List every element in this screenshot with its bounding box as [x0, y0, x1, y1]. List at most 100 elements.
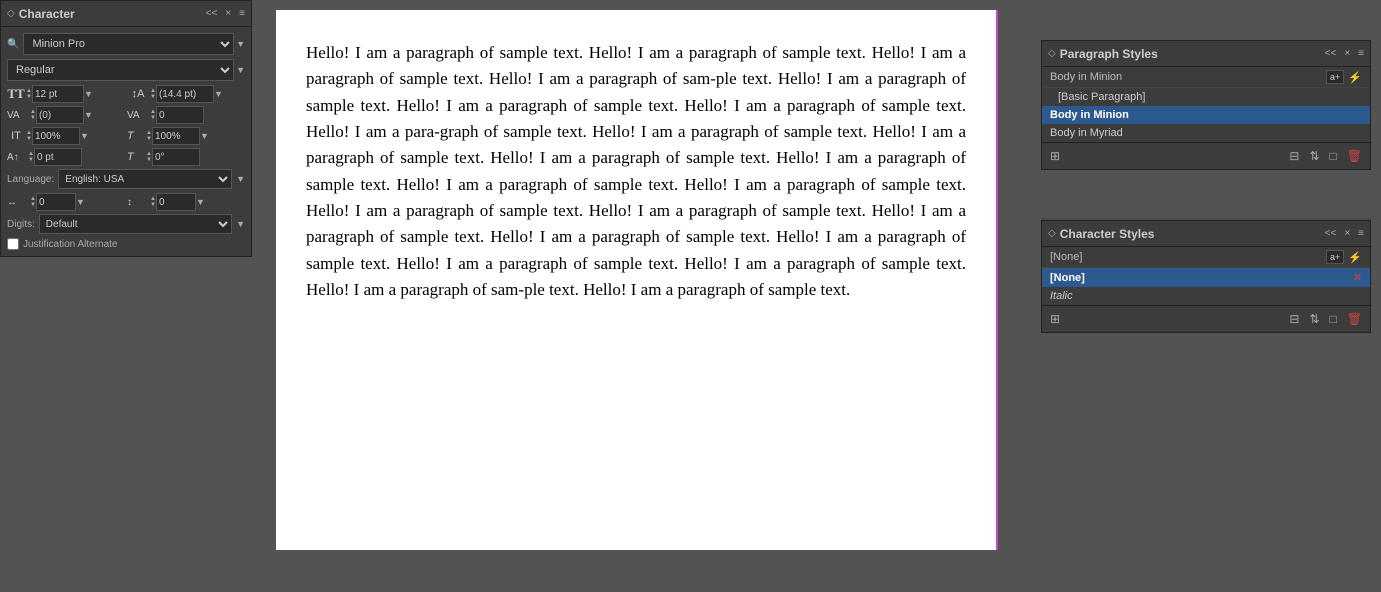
para-styles-load-btn[interactable]: ⊞ [1048, 147, 1062, 165]
character-styles-title: Character Styles [1060, 227, 1155, 241]
justification-checkbox[interactable] [7, 238, 19, 250]
para-style-item-body-myriad[interactable]: Body in Myriad [1042, 124, 1370, 142]
character-styles-footer: ⊞ ⊟ ⇅ □ 🗑 [1042, 305, 1370, 332]
glyph-spacing2-group: ↕ ▲ ▼ ▼ [127, 193, 245, 211]
tracking-icon: VA [127, 110, 149, 121]
char-styles-load-btn[interactable]: ⊞ [1048, 310, 1062, 328]
skew-input[interactable] [152, 148, 200, 166]
right-panels: ◇ Paragraph Styles << × ≡ Body in Minion… [1020, 0, 1381, 592]
char-style-item-none[interactable]: [None] ✕ [1042, 268, 1370, 287]
char-styles-delete-btn[interactable]: 🗑 [1345, 310, 1364, 328]
font-name-row: 🔍 Minion Pro ▼ [7, 33, 245, 55]
vert-scale-group: IT ▲ ▼ ▼ [7, 127, 125, 145]
body-text[interactable]: Hello! I am a paragraph of sample text. … [306, 40, 966, 303]
horiz-scale-spin: ▲ ▼ ▼ [146, 127, 209, 145]
digits-select[interactable]: Default [39, 214, 232, 234]
para-styles-new-badge[interactable]: a+ [1326, 70, 1344, 84]
document-page[interactable]: Hello! I am a paragraph of sample text. … [276, 10, 996, 550]
horiz-scale-input[interactable] [152, 127, 200, 145]
para-styles-menu[interactable]: ≡ [1358, 48, 1364, 59]
character-panel-collapse[interactable]: << [206, 8, 218, 19]
language-row: Language: English: USA ▼ [7, 169, 245, 189]
glyph-spacing1-group: ↔ ▲ ▼ ▼ [7, 193, 125, 211]
char-styles-lightning[interactable]: ⚡ [1348, 251, 1362, 264]
paragraph-styles-list: [Basic Paragraph] Body in Minion Body in… [1042, 88, 1370, 142]
para-styles-delete-btn[interactable]: 🗑 [1345, 147, 1364, 165]
tracking-spin: ▲ ▼ [150, 106, 204, 124]
para-style-item-basic[interactable]: [Basic Paragraph] [1042, 88, 1370, 106]
skew-icon: T [127, 151, 145, 163]
vert-scale-input[interactable] [32, 127, 80, 145]
page-border-right [996, 10, 998, 550]
para-styles-sync-btn[interactable]: ⇅ [1307, 147, 1321, 165]
para-style-item-body-minion[interactable]: Body in Minion [1042, 106, 1370, 124]
digits-dropdown[interactable]: ▼ [236, 219, 245, 229]
glyph2-dropdown[interactable]: ▼ [196, 197, 205, 207]
para-styles-collapse[interactable]: << [1325, 48, 1337, 59]
horiz-scale-dropdown[interactable]: ▼ [200, 131, 209, 141]
character-panel-controls: << × ≡ [206, 8, 245, 19]
baseline-input[interactable] [34, 148, 82, 166]
kern-track-row: VA ▲ ▼ ▼ VA ▲ ▼ [7, 106, 245, 124]
kerning-group: VA ▲ ▼ ▼ [7, 106, 125, 124]
character-panel-body: 🔍 Minion Pro ▼ Regular ▼ TT ▲ ▼ [1, 27, 251, 256]
character-panel-close[interactable]: × [225, 8, 231, 19]
vert-scale-spin: ▲ ▼ ▼ [26, 127, 89, 145]
language-dropdown[interactable]: ▼ [236, 174, 245, 184]
kerning-input[interactable] [36, 106, 84, 124]
char-styles-new-badge[interactable]: a+ [1326, 250, 1344, 264]
character-panel: ◇ Character << × ≡ 🔍 Minion Pro ▼ Regula… [0, 0, 252, 257]
para-styles-header-badges: a+ ⚡ [1326, 70, 1362, 84]
char-style-none-delete[interactable]: ✕ [1353, 271, 1362, 284]
font-style-select[interactable]: Regular [7, 59, 234, 81]
baseline-group: A↑ ▲ ▼ [7, 148, 125, 166]
leading-input[interactable] [156, 85, 214, 103]
glyph1-spin: ▲ ▼ ▼ [30, 193, 85, 211]
leading-icon: ↕A [127, 88, 149, 100]
para-styles-none-label: Body in Minion [1050, 71, 1122, 83]
character-panel-menu[interactable]: ≡ [239, 8, 245, 19]
char-styles-load2-btn[interactable]: ⊟ [1287, 310, 1301, 328]
character-panel-title: Character [19, 7, 75, 21]
glyph1-input[interactable] [36, 193, 76, 211]
char-styles-collapse[interactable]: << [1325, 228, 1337, 239]
char-styles-none-header: [None] a+ ⚡ [1042, 247, 1370, 268]
char-styles-sync-btn[interactable]: ⇅ [1307, 310, 1321, 328]
font-style-dropdown-arrow[interactable]: ▼ [236, 65, 245, 75]
para-styles-close[interactable]: × [1344, 48, 1350, 59]
horiz-scale-icon: T [127, 130, 145, 142]
font-size-dropdown[interactable]: ▼ [84, 89, 93, 99]
char-styles-footer-left: ⊞ [1048, 310, 1062, 328]
para-styles-new-btn[interactable]: □ [1328, 147, 1339, 165]
font-name-dropdown-arrow[interactable]: ▼ [236, 39, 245, 49]
para-styles-load2-btn[interactable]: ⊟ [1287, 147, 1301, 165]
paragraph-styles-footer: ⊞ ⊟ ⇅ □ 🗑 [1042, 142, 1370, 169]
char-styles-close[interactable]: × [1344, 228, 1350, 239]
font-size-input[interactable] [32, 85, 84, 103]
glyph2-icon: ↕ [127, 197, 149, 208]
canvas-area: Hello! I am a paragraph of sample text. … [252, 0, 1020, 592]
leading-dropdown[interactable]: ▼ [214, 89, 223, 99]
vert-scale-dropdown[interactable]: ▼ [80, 131, 89, 141]
font-name-select[interactable]: Minion Pro [23, 33, 234, 55]
char-style-italic-label: Italic [1050, 290, 1073, 302]
glyph1-icon: ↔ [7, 197, 29, 208]
horiz-scale-group: T ▲ ▼ ▼ [127, 127, 245, 145]
size-leading-row: TT ▲ ▼ ▼ ↕A ▲ ▼ ▼ [7, 85, 245, 103]
tracking-input[interactable] [156, 106, 204, 124]
para-styles-none-header: Body in Minion a+ ⚡ [1042, 67, 1370, 88]
para-styles-lightning[interactable]: ⚡ [1348, 71, 1362, 84]
char-style-item-italic[interactable]: Italic [1042, 287, 1370, 305]
char-styles-none-label: [None] [1050, 251, 1082, 263]
paragraph-styles-panel: ◇ Paragraph Styles << × ≡ Body in Minion… [1041, 40, 1371, 170]
char-styles-new-btn[interactable]: □ [1328, 310, 1339, 328]
language-label: Language: [7, 174, 54, 185]
font-size-icon: TT [7, 86, 25, 102]
language-select[interactable]: English: USA [58, 169, 232, 189]
para-styles-footer-left: ⊞ [1048, 147, 1062, 165]
glyph1-dropdown[interactable]: ▼ [76, 197, 85, 207]
glyph2-input[interactable] [156, 193, 196, 211]
char-styles-menu[interactable]: ≡ [1358, 228, 1364, 239]
tracking-group: VA ▲ ▼ [127, 106, 245, 124]
kerning-dropdown[interactable]: ▼ [84, 110, 93, 120]
